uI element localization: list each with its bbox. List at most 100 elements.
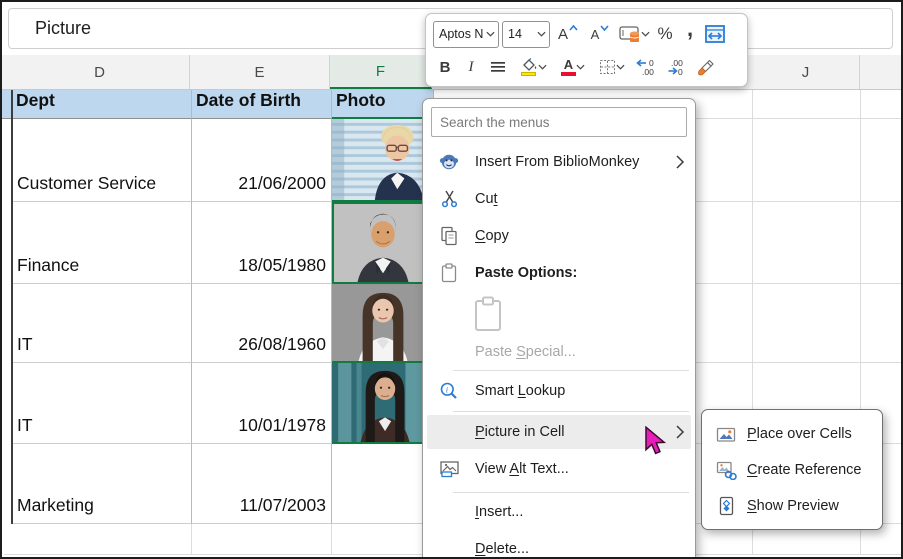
menu-separator bbox=[453, 492, 689, 493]
table-header-dob[interactable]: Date of Birth bbox=[192, 90, 332, 119]
borders-button[interactable] bbox=[594, 53, 630, 81]
menu-item-label: Paste Options: bbox=[475, 265, 685, 281]
photo-cell-row3[interactable] bbox=[332, 284, 434, 363]
monkey-icon bbox=[437, 151, 461, 173]
align-lines-icon bbox=[490, 61, 506, 73]
picture-in-cell-submenu: Place over Cells Create Reference bbox=[701, 409, 883, 530]
menu-item-paste-special[interactable]: Paste Special... bbox=[423, 337, 695, 367]
caret-down-icon bbox=[600, 25, 609, 31]
column-header-e[interactable]: E bbox=[190, 55, 330, 89]
table-header-dept[interactable]: Dept bbox=[12, 90, 192, 119]
cell-dept-row1[interactable]: Customer Service bbox=[12, 119, 192, 202]
cell-dob-row5[interactable]: 11/07/2003 bbox=[192, 444, 332, 524]
chevron-down-icon bbox=[486, 31, 495, 37]
table-header-photo[interactable]: Photo bbox=[332, 90, 434, 119]
menu-item-label: Delete... bbox=[475, 541, 685, 557]
submenu-item-label: Place over Cells bbox=[747, 426, 852, 442]
number-format-icon bbox=[619, 25, 641, 43]
cell-dob-row4[interactable]: 10/01/1978 bbox=[192, 363, 332, 444]
fill-color-button[interactable] bbox=[514, 53, 552, 81]
bold-button[interactable]: B bbox=[433, 53, 457, 81]
column-header-f[interactable]: F bbox=[330, 55, 432, 89]
menu-item-label: Copy bbox=[475, 228, 685, 244]
excel-worksheet-screenshot: Picture D E F J Dept Date of Birth Photo… bbox=[0, 0, 903, 559]
cell-dept-row5[interactable]: Marketing bbox=[12, 444, 192, 524]
cell-dept-row2[interactable]: Finance bbox=[12, 202, 192, 284]
menu-item-cut[interactable]: Cut bbox=[423, 180, 695, 217]
increase-decimal-icon: 0 .00 bbox=[635, 58, 659, 76]
submenu-item-label: Create Reference bbox=[747, 462, 861, 478]
chevron-down-icon bbox=[537, 31, 546, 37]
menu-item-label: View Alt Text... bbox=[475, 461, 685, 477]
man-dark-blazer-photo bbox=[334, 204, 432, 282]
chevron-down-icon bbox=[616, 64, 625, 70]
mouse-cursor bbox=[643, 426, 667, 456]
grow-font-button[interactable]: A bbox=[553, 20, 583, 48]
menu-item-insert-from-bibliomonkey[interactable]: Insert From BiblioMonkey bbox=[423, 143, 695, 180]
smart-lookup-icon: i bbox=[437, 380, 461, 402]
number-format-button[interactable] bbox=[617, 20, 651, 48]
copy-icon bbox=[437, 225, 461, 247]
cell-dept-row3[interactable]: IT bbox=[12, 284, 192, 363]
cell-empty[interactable] bbox=[12, 524, 192, 555]
menu-item-smart-lookup[interactable]: i Smart Lookup bbox=[423, 374, 695, 408]
table-left-border bbox=[11, 90, 13, 524]
woman-white-blouse-photo bbox=[332, 284, 434, 361]
photo-cell-row5-empty[interactable] bbox=[332, 444, 434, 524]
menu-item-copy[interactable]: Copy bbox=[423, 217, 695, 254]
increase-decimal-button[interactable]: 0 .00 bbox=[633, 53, 661, 81]
font-size-combo[interactable]: 14 bbox=[502, 21, 550, 48]
submenu-item-show-preview[interactable]: Show Preview bbox=[702, 488, 882, 524]
submenu-arrow-icon bbox=[675, 154, 685, 170]
cell-dob-row2[interactable]: 18/05/1980 bbox=[192, 202, 332, 284]
photo-cell-row1[interactable] bbox=[332, 119, 434, 202]
italic-button[interactable]: I bbox=[460, 53, 482, 81]
menu-item-label: Insert... bbox=[475, 504, 685, 520]
menu-item-delete[interactable]: Delete... bbox=[423, 532, 695, 559]
cell-dept-row4[interactable]: IT bbox=[12, 363, 192, 444]
photo-cell-row4[interactable] bbox=[332, 363, 434, 444]
column-header-d[interactable]: D bbox=[10, 55, 190, 89]
fill-color-icon bbox=[520, 58, 538, 76]
decrease-decimal-button[interactable]: .00 0 bbox=[664, 53, 692, 81]
borders-icon bbox=[599, 59, 616, 75]
format-painter-button[interactable] bbox=[695, 53, 717, 81]
shrink-font-button[interactable]: A bbox=[586, 20, 614, 48]
percent-style-button[interactable]: % bbox=[654, 20, 676, 48]
cell-dob-row1[interactable]: 21/06/2000 bbox=[192, 119, 332, 202]
menu-separator bbox=[453, 411, 689, 412]
column-header-j[interactable]: J bbox=[752, 55, 860, 89]
cell-empty[interactable] bbox=[192, 524, 332, 555]
create-reference-icon bbox=[715, 460, 737, 480]
woman-brown-blazer-photo bbox=[332, 363, 434, 442]
scissors-icon bbox=[437, 188, 461, 210]
svg-text:.00: .00 bbox=[642, 67, 654, 76]
mini-format-toolbar: Aptos Na 14 A A bbox=[425, 13, 748, 87]
svg-text:0: 0 bbox=[678, 67, 683, 76]
name-box-value: Picture bbox=[35, 18, 91, 39]
menu-item-label: Cut bbox=[475, 191, 685, 207]
menu-item-label: Smart Lookup bbox=[475, 383, 685, 399]
menu-separator bbox=[453, 370, 689, 371]
paste-clipboard-icon bbox=[473, 296, 503, 332]
font-name-combo[interactable]: Aptos Na bbox=[433, 21, 499, 48]
place-over-cells-icon bbox=[715, 424, 737, 444]
submenu-item-label: Show Preview bbox=[747, 498, 839, 514]
photo-cell-row2-selected[interactable] bbox=[332, 202, 434, 284]
menu-item-insert[interactable]: Insert... bbox=[423, 496, 695, 528]
chevron-down-icon bbox=[641, 31, 650, 37]
cell-dob-row3[interactable]: 26/08/1960 bbox=[192, 284, 332, 363]
autofit-width-button[interactable] bbox=[704, 20, 726, 48]
cell-empty[interactable] bbox=[332, 524, 434, 555]
paste-button-disabled[interactable] bbox=[423, 291, 695, 337]
search-input[interactable] bbox=[431, 107, 687, 137]
alignment-button[interactable] bbox=[485, 53, 511, 81]
alt-text-icon bbox=[437, 458, 461, 480]
font-color-button[interactable]: A bbox=[555, 53, 591, 81]
comma-style-button[interactable]: , bbox=[679, 20, 701, 48]
submenu-item-create-reference[interactable]: Create Reference bbox=[702, 452, 882, 488]
submenu-arrow-icon bbox=[675, 424, 685, 440]
font-color-icon: A bbox=[561, 59, 576, 76]
decrease-decimal-icon: .00 0 bbox=[666, 58, 690, 76]
submenu-item-place-over-cells[interactable]: Place over Cells bbox=[702, 416, 882, 452]
